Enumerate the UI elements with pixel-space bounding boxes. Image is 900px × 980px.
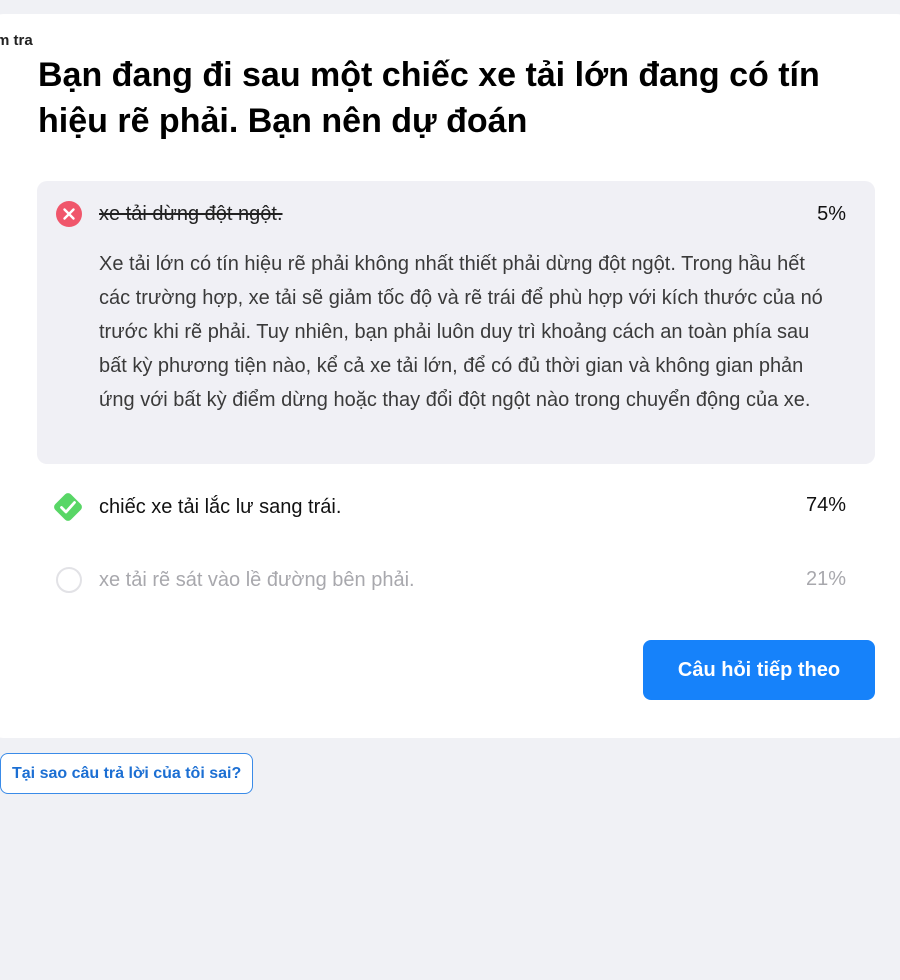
check-diamond-icon	[54, 493, 82, 521]
answer-explanation: Xe tải lớn có tín hiệu rẽ phải không nhấ…	[99, 253, 823, 411]
why-wrong-button[interactable]: Tại sao câu trả lời của tôi sai?	[0, 753, 254, 794]
answer-3-percent: 21%	[805, 568, 846, 590]
answer-1-percent: 5%	[817, 203, 846, 225]
answer-2-percent: 74%	[805, 494, 846, 516]
x-circle-icon	[56, 201, 82, 227]
page-label: m tra	[0, 32, 33, 49]
empty-circle-icon	[56, 567, 82, 593]
next-question-button[interactable]: Câu hỏi tiếp theo	[643, 640, 875, 700]
answer-2-label: chiếc xe tải lắc lư sang trái.	[99, 496, 342, 518]
question-text: Bạn đang đi sau một chiếc xe tải lớn đan…	[38, 56, 820, 140]
answer-1-label: xe tải dừng đột ngột.	[99, 203, 283, 225]
answer-3-label: xe tải rẽ sát vào lề đường bên phải.	[99, 569, 415, 591]
